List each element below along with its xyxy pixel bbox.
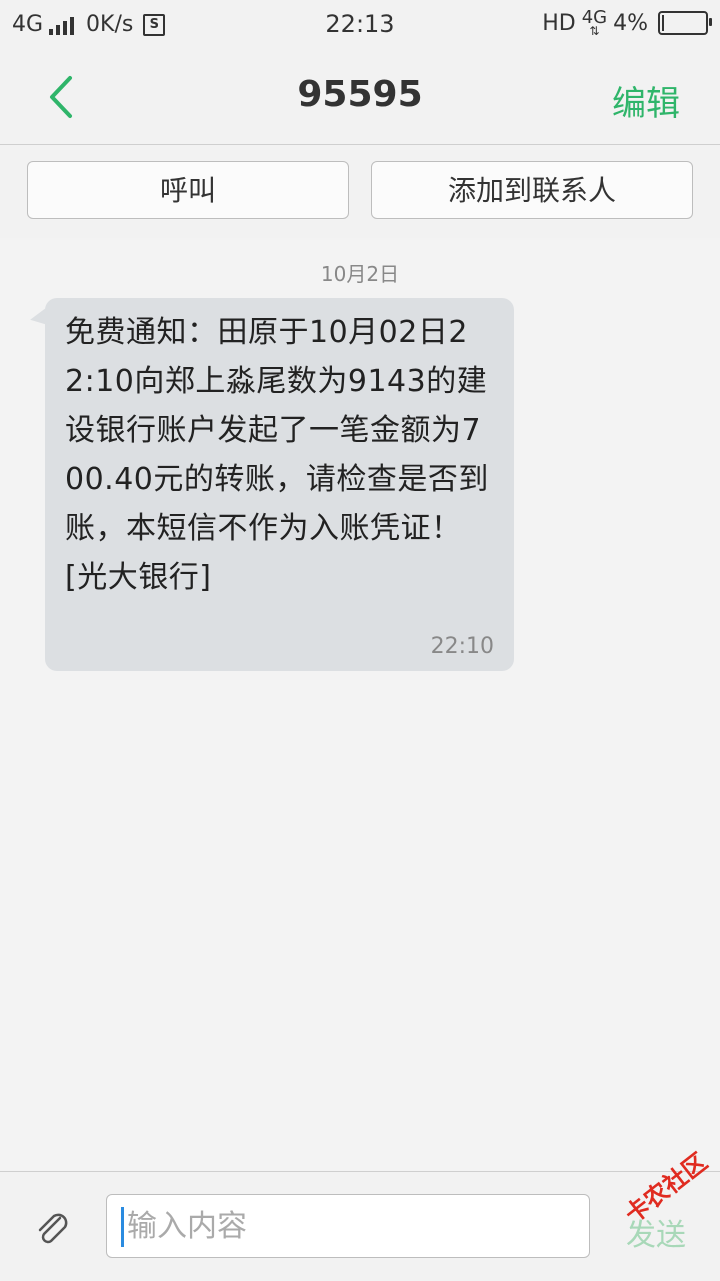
date-separator: 10月2日 <box>320 262 400 286</box>
contact-actions: 呼叫 添加到联系人 <box>0 145 720 238</box>
text-caret <box>121 1207 124 1247</box>
hd-indicator: HD <box>542 10 576 36</box>
status-right: HD 4G ⇅ 4% <box>542 7 712 38</box>
message-input[interactable]: 输入内容 <box>106 1194 590 1258</box>
message-time: 22:10 <box>430 634 494 659</box>
message-text[interactable]: 免费通知：田原于10月02日22:10向郑上淼尾数为9143的建设银行账户发起了… <box>65 308 494 602</box>
battery-percent: 4% <box>613 10 648 36</box>
add-to-contacts-button[interactable]: 添加到联系人 <box>371 161 693 219</box>
edit-button[interactable]: 编辑 <box>612 76 680 125</box>
conversation-header: 95595 编辑 <box>0 50 720 145</box>
status-bar: 4G 0K/s S 22:13 HD 4G ⇅ 4% <box>0 0 720 50</box>
call-button[interactable]: 呼叫 <box>27 161 349 219</box>
message-input-placeholder: 输入内容 <box>127 1209 247 1244</box>
paperclip-icon <box>38 1213 68 1244</box>
battery-icon <box>658 11 712 35</box>
message-list[interactable]: 10月2日 免费通知：田原于10月02日22:10向郑上淼尾数为9143的建设银… <box>0 238 720 1171</box>
compose-bar: 输入内容 发送 卡农社区 <box>0 1148 720 1281</box>
message-bubble[interactable]: 免费通知：田原于10月02日22:10向郑上淼尾数为9143的建设银行账户发起了… <box>45 298 514 671</box>
battery-level <box>662 15 664 31</box>
attach-button[interactable] <box>32 1208 74 1250</box>
network-type-right: 4G ⇅ <box>581 7 608 38</box>
